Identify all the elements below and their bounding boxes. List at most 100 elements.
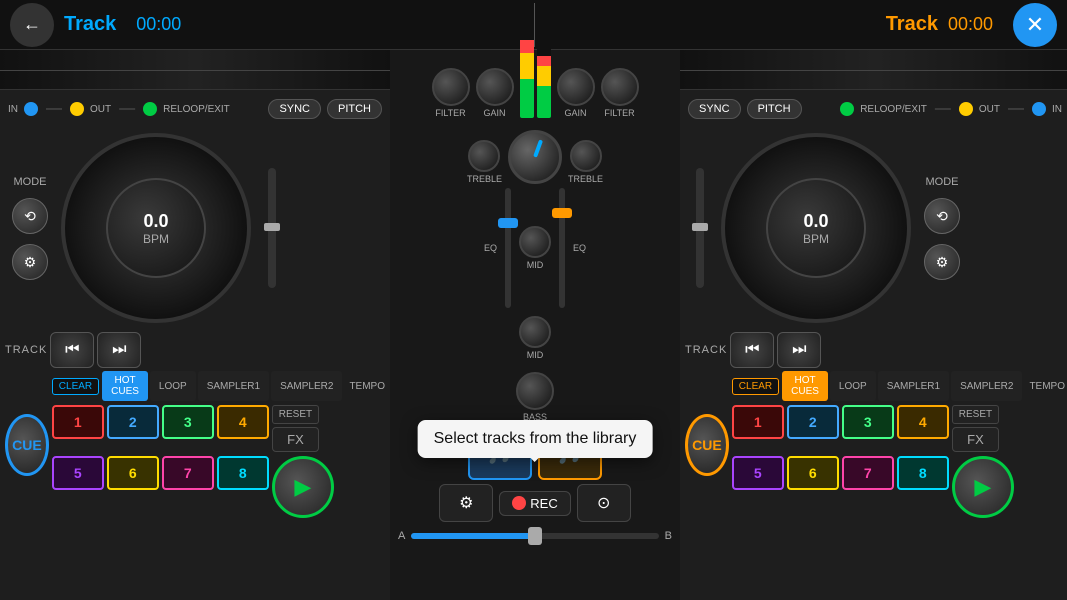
left-track-label: TRACK [5, 344, 47, 356]
right-prev-track[interactable]: ⏮ [730, 332, 774, 368]
close-button[interactable]: ✕ [1013, 3, 1057, 47]
rec-label: REC [530, 496, 557, 511]
right-pad-4[interactable]: 4 [897, 405, 949, 439]
right-bpm-label: BPM [803, 232, 829, 246]
left-cue-button[interactable]: CUE [5, 414, 49, 476]
left-mode-label: MODE [14, 176, 47, 188]
right-mode-col: MODE ⟲ ⚙ [917, 176, 967, 280]
left-pad-5[interactable]: 5 [52, 456, 104, 490]
right-mode-label: MODE [926, 176, 959, 188]
left-sampler2-tab[interactable]: SAMPLER2 [271, 371, 342, 401]
right-hot-cues-tab[interactable]: HOT CUES [782, 371, 828, 401]
left-bpm-label: BPM [143, 232, 169, 246]
bass-knob[interactable] [516, 372, 554, 410]
vu-right [537, 0, 551, 118]
headphones-button[interactable]: ⊙ [577, 484, 631, 522]
left-mode-btn-1[interactable]: ⟲ [12, 198, 48, 234]
right-sampler1-tab[interactable]: SAMPLER1 [878, 371, 949, 401]
volume-knob[interactable] [508, 130, 562, 184]
left-loop-tab[interactable]: LOOP [150, 371, 196, 401]
right-pad-5[interactable]: 5 [732, 456, 784, 490]
mid-left-knob[interactable] [519, 226, 551, 258]
mid-right-knob[interactable] [519, 316, 551, 348]
left-fx-button[interactable]: FX [272, 427, 319, 452]
mixer-knobs-top: FILTER GAIN GAI [428, 50, 643, 122]
right-cue-button[interactable]: CUE [685, 414, 729, 476]
right-tempo-label: TEMPO [1029, 381, 1065, 392]
pitch-button-left[interactable]: PITCH [327, 99, 382, 119]
left-reset-button[interactable]: RESET [272, 405, 319, 424]
left-turntable[interactable]: 0.0 BPM [61, 133, 251, 323]
right-pad-6[interactable]: 6 [787, 456, 839, 490]
sync-button-right[interactable]: SYNC [688, 99, 741, 119]
left-deck-bottom: TRACK ⏮ ⏭ CUE CLEAR HOT CUES LOOP SAMPLE… [0, 328, 390, 522]
gain-right-knob[interactable] [557, 68, 595, 106]
left-pad-8[interactable]: 8 [217, 456, 269, 490]
right-play-button[interactable]: ▶ [952, 456, 1014, 518]
treble-right-knob[interactable] [570, 140, 602, 172]
in-led-right [1032, 102, 1046, 116]
back-button[interactable]: ← [10, 3, 54, 47]
right-pads-row1: 1 2 3 4 RESET FX [732, 405, 1065, 452]
right-reset-button[interactable]: RESET [952, 405, 999, 424]
rec-button[interactable]: REC [499, 491, 570, 516]
gain-left-knob[interactable] [476, 68, 514, 106]
left-play-button[interactable]: ▶ [272, 456, 334, 518]
right-pads-row2: 5 6 7 8 ▶ [732, 456, 1065, 518]
right-pitch-slider[interactable] [696, 168, 704, 288]
right-pad-1[interactable]: 1 [732, 405, 784, 439]
filter-left-label: FILTER [435, 108, 465, 118]
left-prev-track[interactable]: ⏮ [50, 332, 94, 368]
right-sampler2-tab[interactable]: SAMPLER2 [951, 371, 1022, 401]
right-pad-7[interactable]: 7 [842, 456, 894, 490]
crossfader[interactable] [411, 533, 658, 539]
left-pad-1[interactable]: 1 [52, 405, 104, 439]
left-pad-6[interactable]: 6 [107, 456, 159, 490]
right-loop-tab[interactable]: LOOP [830, 371, 876, 401]
right-fx-button[interactable]: FX [952, 427, 999, 452]
filter-right-label: FILTER [604, 108, 634, 118]
treble-left-knob[interactable] [468, 140, 500, 172]
left-pad-4[interactable]: 4 [217, 405, 269, 439]
left-pad-2[interactable]: 2 [107, 405, 159, 439]
left-pitch-slider[interactable] [268, 168, 276, 288]
left-mode-col: MODE ⟲ ⚙ [5, 176, 55, 280]
mixer-adjust-button[interactable]: ⚙ [439, 484, 493, 522]
filter-right-knob[interactable] [601, 68, 639, 106]
left-pad-7[interactable]: 7 [162, 456, 214, 490]
rec-dot [512, 496, 526, 510]
right-turntable-inner: 0.0 BPM [766, 178, 866, 278]
right-turntable[interactable]: 0.0 BPM [721, 133, 911, 323]
right-deck-controls: SYNC PITCH RELOOP/EXIT — OUT — IN [680, 90, 1067, 128]
left-pitch-thumb [264, 223, 280, 231]
filter-left-knob[interactable] [432, 68, 470, 106]
right-mode-btn-1[interactable]: ⟲ [924, 198, 960, 234]
right-mode-btn-2[interactable]: ⚙ [924, 244, 960, 280]
vu-left [520, 0, 534, 118]
sync-button-left[interactable]: SYNC [268, 99, 321, 119]
crossfader-fill [411, 533, 535, 539]
left-next-track[interactable]: ⏭ [97, 332, 141, 368]
left-turntable-row: MODE ⟲ ⚙ 0.0 BPM [0, 128, 390, 328]
left-channel-fader[interactable] [505, 188, 511, 308]
pitch-button-right[interactable]: PITCH [747, 99, 802, 119]
left-bpm-value: 0.0 [143, 211, 168, 232]
right-next-track[interactable]: ⏭ [777, 332, 821, 368]
right-pad-8[interactable]: 8 [897, 456, 949, 490]
left-hot-cues-tab[interactable]: HOT CUES [102, 371, 148, 401]
left-sampler1-tab[interactable]: SAMPLER1 [198, 371, 269, 401]
right-pitch-thumb [692, 223, 708, 231]
left-mode-btn-2[interactable]: ⚙ [12, 244, 48, 280]
out-led-right [959, 102, 973, 116]
treble-left-label: TREBLE [467, 174, 502, 184]
right-pad-2[interactable]: 2 [787, 405, 839, 439]
right-pad-3[interactable]: 3 [842, 405, 894, 439]
right-cue-tabs: HOT CUES LOOP SAMPLER1 SAMPLER2 [782, 371, 1022, 401]
right-track-label: TRACK [685, 344, 727, 356]
gain-right-label: GAIN [564, 108, 586, 118]
right-clear-button[interactable]: CLEAR [732, 378, 779, 395]
track-label-right: Track [886, 13, 938, 36]
left-pad-3[interactable]: 3 [162, 405, 214, 439]
left-clear-button[interactable]: CLEAR [52, 378, 99, 395]
right-channel-fader[interactable] [559, 188, 565, 308]
